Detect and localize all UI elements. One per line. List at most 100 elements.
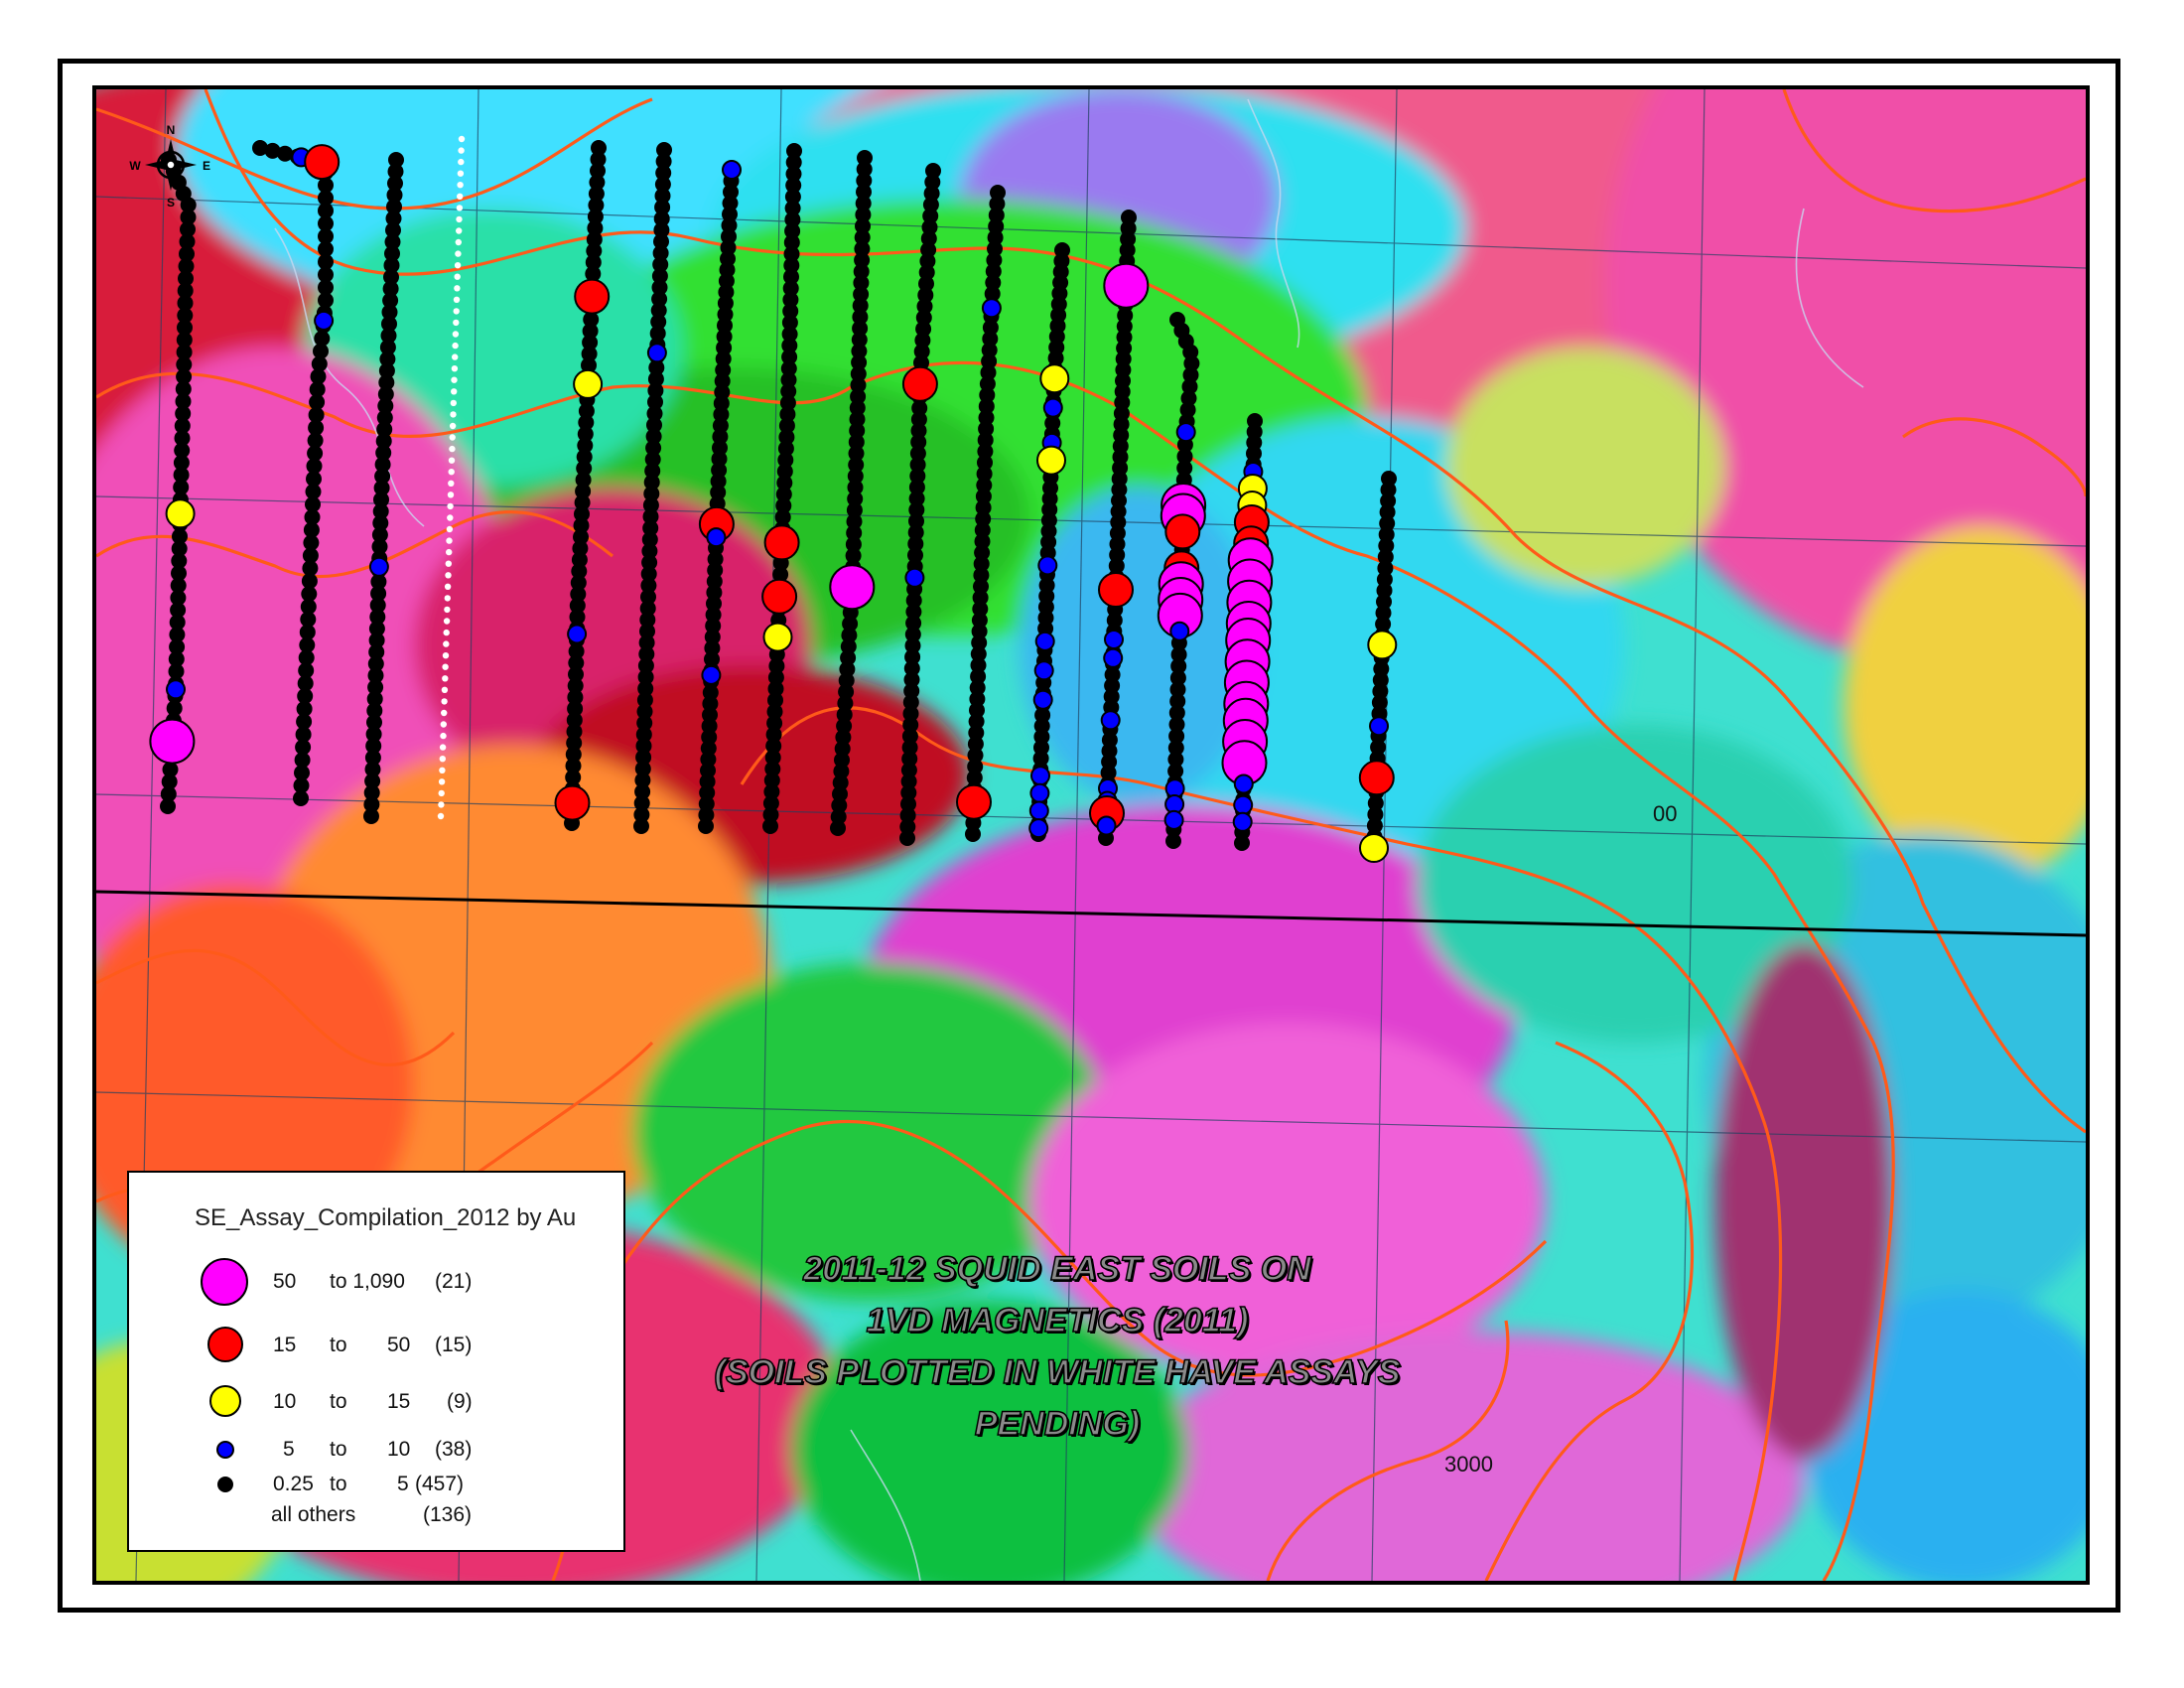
sample-blue[interactable] (368, 556, 389, 577)
sample-blue[interactable] (646, 343, 667, 363)
pending-sample[interactable] (454, 273, 461, 280)
pending-sample[interactable] (456, 215, 463, 223)
pending-sample[interactable] (457, 193, 464, 200)
sample-black[interactable] (965, 826, 981, 842)
sample-blue[interactable] (567, 624, 588, 644)
pending-sample[interactable] (449, 422, 457, 430)
pending-sample[interactable] (440, 732, 447, 740)
sample-blue[interactable] (1233, 774, 1254, 794)
sample-black[interactable] (1165, 833, 1181, 849)
sample-blue[interactable] (1103, 647, 1124, 668)
sample-magenta[interactable] (829, 564, 876, 611)
sample-blue[interactable] (1034, 631, 1055, 651)
pending-sample[interactable] (447, 492, 455, 498)
sample-black[interactable] (1234, 835, 1250, 851)
sample-red[interactable] (761, 578, 798, 615)
sample-blue[interactable] (1163, 809, 1184, 830)
pending-sample[interactable] (450, 399, 457, 407)
pending-sample[interactable] (446, 548, 453, 556)
pending-sample[interactable] (439, 767, 446, 774)
pending-sample[interactable] (446, 525, 454, 533)
sample-blue[interactable] (1232, 811, 1253, 832)
pending-sample[interactable] (443, 629, 450, 636)
pending-sample[interactable] (444, 606, 451, 614)
sample-black[interactable] (633, 818, 649, 834)
sample-blue[interactable] (1030, 766, 1050, 786)
sample-blue[interactable] (1169, 621, 1190, 641)
pending-sample[interactable] (438, 778, 446, 785)
sample-blue[interactable] (1033, 660, 1054, 681)
sample-red[interactable] (304, 144, 341, 181)
sample-yellow[interactable] (573, 368, 604, 399)
pending-sample[interactable] (448, 457, 456, 464)
sample-yellow[interactable] (1039, 363, 1070, 394)
sample-red[interactable] (574, 278, 611, 315)
pending-sample[interactable] (453, 308, 460, 315)
pending-sample[interactable] (441, 709, 448, 717)
pending-sample[interactable] (452, 342, 459, 350)
pending-sample[interactable] (442, 675, 449, 682)
sample-red[interactable] (1164, 513, 1201, 550)
sample-red[interactable] (554, 784, 591, 821)
pending-sample[interactable] (456, 205, 464, 211)
pending-sample[interactable] (447, 514, 454, 521)
sample-magenta[interactable] (149, 718, 196, 765)
pending-sample[interactable] (452, 353, 459, 360)
pending-sample[interactable] (451, 365, 459, 372)
pending-sample[interactable] (456, 227, 463, 234)
pending-sample[interactable] (458, 135, 466, 143)
pending-sample[interactable] (449, 434, 456, 441)
sample-red[interactable] (1098, 572, 1134, 608)
pending-sample[interactable] (457, 182, 464, 189)
sample-yellow[interactable] (1359, 833, 1389, 863)
sample-black[interactable] (899, 830, 915, 846)
pending-sample[interactable] (443, 618, 451, 625)
pending-sample[interactable] (451, 388, 458, 395)
sample-blue[interactable] (1369, 716, 1389, 737)
sample-blue[interactable] (722, 160, 742, 180)
pending-sample[interactable] (438, 789, 445, 797)
pending-sample[interactable] (442, 652, 450, 659)
sample-black[interactable] (762, 818, 778, 834)
pending-sample[interactable] (448, 480, 455, 487)
pending-sample[interactable] (451, 376, 458, 383)
pending-sample[interactable] (443, 640, 450, 647)
sample-blue[interactable] (1100, 710, 1121, 731)
sample-black[interactable] (830, 820, 846, 836)
sample-blue[interactable] (1032, 689, 1053, 710)
pending-sample[interactable] (444, 595, 451, 602)
pending-sample[interactable] (450, 411, 457, 418)
pending-sample[interactable] (438, 801, 445, 808)
pending-sample[interactable] (437, 812, 445, 820)
sample-red[interactable] (956, 783, 992, 820)
sample-blue[interactable] (1029, 782, 1050, 803)
sample-blue[interactable] (314, 310, 335, 331)
sample-blue[interactable] (1175, 422, 1196, 443)
pending-sample[interactable] (457, 170, 465, 177)
sample-black[interactable] (293, 790, 309, 806)
sample-magenta[interactable] (1103, 262, 1150, 309)
pending-sample[interactable] (441, 698, 448, 705)
pending-sample[interactable] (454, 285, 461, 292)
pending-sample[interactable] (442, 663, 449, 670)
pending-sample[interactable] (439, 756, 446, 763)
sample-blue[interactable] (904, 567, 925, 588)
pending-sample[interactable] (455, 250, 462, 257)
sample-blue[interactable] (1104, 630, 1124, 649)
pending-sample[interactable] (455, 238, 462, 246)
sample-black[interactable] (160, 798, 176, 814)
sample-blue[interactable] (1037, 555, 1058, 576)
sample-black[interactable] (698, 818, 714, 834)
sample-blue[interactable] (1096, 815, 1117, 836)
sample-blue[interactable] (701, 664, 722, 685)
sample-red[interactable] (763, 524, 800, 561)
pending-sample[interactable] (452, 331, 460, 338)
pending-sample[interactable] (446, 537, 453, 544)
sample-blue[interactable] (706, 527, 727, 548)
pending-sample[interactable] (453, 296, 461, 303)
sample-blue[interactable] (1233, 794, 1254, 815)
pending-sample[interactable] (439, 744, 447, 751)
sample-blue[interactable] (166, 679, 186, 700)
pending-sample[interactable] (445, 572, 452, 579)
pending-sample[interactable] (447, 502, 454, 510)
